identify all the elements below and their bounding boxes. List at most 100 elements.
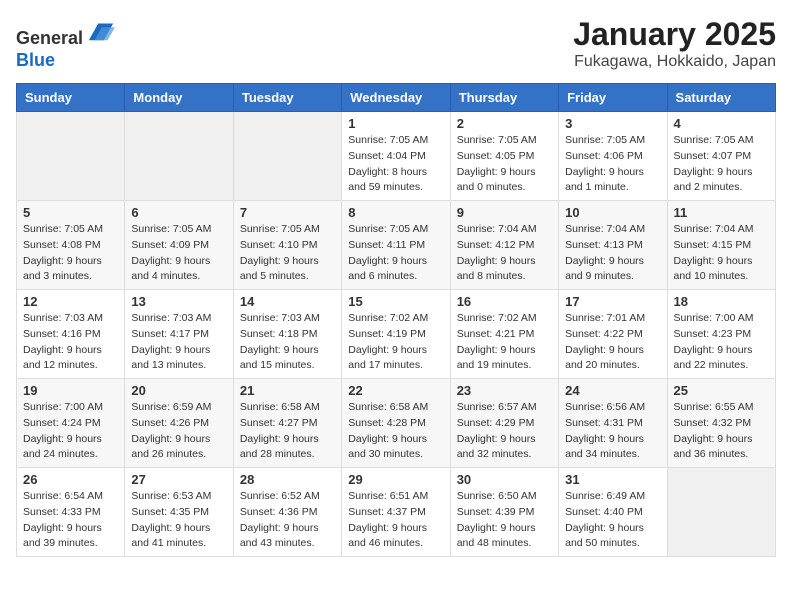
day-info: Sunrise: 7:03 AMSunset: 4:16 PMDaylight:… — [23, 311, 118, 374]
weekday-header-saturday: Saturday — [667, 84, 775, 112]
day-number: 13 — [131, 294, 226, 309]
day-number: 17 — [565, 294, 660, 309]
day-info: Sunrise: 7:03 AMSunset: 4:17 PMDaylight:… — [131, 311, 226, 374]
calendar-cell: 25 Sunrise: 6:55 AMSunset: 4:32 PMDayligh… — [667, 379, 775, 468]
calendar-cell: 6Sunrise: 7:05 AMSunset: 4:09 PMDaylight… — [125, 201, 233, 290]
calendar-cell: 24 Sunrise: 6:56 AMSunset: 4:31 PMDayligh… — [559, 379, 667, 468]
day-number: 12 — [23, 294, 118, 309]
calendar-cell: 5 Sunrise: 7:05 AMSunset: 4:08 PMDaylight… — [17, 201, 125, 290]
calendar-week-row: 12 Sunrise: 7:03 AMSunset: 4:16 PMDayligh… — [17, 290, 776, 379]
calendar-week-row: 5 Sunrise: 7:05 AMSunset: 4:08 PMDaylight… — [17, 201, 776, 290]
calendar-cell: 27 Sunrise: 6:53 AMSunset: 4:35 PMDayligh… — [125, 468, 233, 557]
calendar-cell: 30 Sunrise: 6:50 AMSunset: 4:39 PMDayligh… — [450, 468, 558, 557]
calendar-table: SundayMondayTuesdayWednesdayThursdayFrid… — [16, 83, 776, 557]
day-info: Sunrise: 6:59 AMSunset: 4:26 PMDaylight:… — [131, 400, 226, 463]
day-number: 14 — [240, 294, 335, 309]
calendar-cell: 9Sunrise: 7:04 AMSunset: 4:12 PMDaylight… — [450, 201, 558, 290]
calendar-cell: 16Sunrise: 7:02 AMSunset: 4:21 PMDayligh… — [450, 290, 558, 379]
day-info: Sunrise: 6:49 AMSunset: 4:40 PMDaylight:… — [565, 489, 660, 552]
day-number: 20 — [131, 383, 226, 398]
weekday-header-row: SundayMondayTuesdayWednesdayThursdayFrid… — [17, 84, 776, 112]
calendar-cell: 22 Sunrise: 6:58 AMSunset: 4:28 PMDayligh… — [342, 379, 450, 468]
day-number: 22 — [348, 383, 443, 398]
title-block: January 2025 Fukagawa, Hokkaido, Japan — [573, 16, 776, 71]
day-info: Sunrise: 7:01 AMSunset: 4:22 PMDaylight:… — [565, 311, 660, 374]
day-info: Sunrise: 6:55 AMSunset: 4:32 PMDaylight:… — [674, 400, 769, 463]
day-number: 23 — [457, 383, 552, 398]
day-number: 26 — [23, 472, 118, 487]
calendar-cell: 10 Sunrise: 7:04 AMSunset: 4:13 PMDayligh… — [559, 201, 667, 290]
day-number: 4 — [674, 116, 769, 131]
calendar-cell: 28Sunrise: 6:52 AMSunset: 4:36 PMDayligh… — [233, 468, 341, 557]
day-info: Sunrise: 7:00 AMSunset: 4:24 PMDaylight:… — [23, 400, 118, 463]
month-title: January 2025 — [573, 16, 776, 53]
calendar-cell — [125, 112, 233, 201]
logo: General Blue — [16, 16, 115, 71]
day-number: 15 — [348, 294, 443, 309]
day-info: Sunrise: 6:53 AMSunset: 4:35 PMDaylight:… — [131, 489, 226, 552]
day-info: Sunrise: 6:58 AMSunset: 4:28 PMDaylight:… — [348, 400, 443, 463]
day-info: Sunrise: 7:05 AMSunset: 4:11 PMDaylight:… — [348, 222, 443, 285]
day-info: Sunrise: 6:51 AMSunset: 4:37 PMDaylight:… — [348, 489, 443, 552]
calendar-week-row: 26Sunrise: 6:54 AMSunset: 4:33 PMDayligh… — [17, 468, 776, 557]
day-number: 19 — [23, 383, 118, 398]
day-number: 27 — [131, 472, 226, 487]
day-number: 8 — [348, 205, 443, 220]
calendar-cell: 20 Sunrise: 6:59 AMSunset: 4:26 PMDayligh… — [125, 379, 233, 468]
day-number: 2 — [457, 116, 552, 131]
day-info: Sunrise: 7:05 AMSunset: 4:10 PMDaylight:… — [240, 222, 335, 285]
location-title: Fukagawa, Hokkaido, Japan — [573, 53, 776, 71]
calendar-cell: 14 Sunrise: 7:03 AMSunset: 4:18 PMDayligh… — [233, 290, 341, 379]
day-number: 10 — [565, 205, 660, 220]
day-info: Sunrise: 7:04 AMSunset: 4:13 PMDaylight:… — [565, 222, 660, 285]
calendar-cell: 15 Sunrise: 7:02 AMSunset: 4:19 PMDayligh… — [342, 290, 450, 379]
calendar-cell: 2 Sunrise: 7:05 AMSunset: 4:05 PMDaylight… — [450, 112, 558, 201]
day-info: Sunrise: 7:05 AMSunset: 4:09 PMDaylight:… — [131, 222, 226, 285]
calendar-cell: 19 Sunrise: 7:00 AMSunset: 4:24 PMDayligh… — [17, 379, 125, 468]
day-number: 9 — [457, 205, 552, 220]
calendar-cell: 29 Sunrise: 6:51 AMSunset: 4:37 PMDayligh… — [342, 468, 450, 557]
day-number: 24 — [565, 383, 660, 398]
day-info: Sunrise: 7:05 AMSunset: 4:04 PMDaylight:… — [348, 133, 443, 196]
logo-blue-text: Blue — [16, 50, 55, 70]
calendar-week-row: 19 Sunrise: 7:00 AMSunset: 4:24 PMDayligh… — [17, 379, 776, 468]
day-info: Sunrise: 7:05 AMSunset: 4:06 PMDaylight:… — [565, 133, 660, 196]
day-number: 28 — [240, 472, 335, 487]
day-number: 29 — [348, 472, 443, 487]
day-info: Sunrise: 7:05 AMSunset: 4:08 PMDaylight:… — [23, 222, 118, 285]
day-info: Sunrise: 7:05 AMSunset: 4:05 PMDaylight:… — [457, 133, 552, 196]
calendar-cell: 13 Sunrise: 7:03 AMSunset: 4:17 PMDayligh… — [125, 290, 233, 379]
day-info: Sunrise: 7:03 AMSunset: 4:18 PMDaylight:… — [240, 311, 335, 374]
calendar-cell: 18 Sunrise: 7:00 AMSunset: 4:23 PMDayligh… — [667, 290, 775, 379]
calendar-cell: 12 Sunrise: 7:03 AMSunset: 4:16 PMDayligh… — [17, 290, 125, 379]
calendar-cell: 8 Sunrise: 7:05 AMSunset: 4:11 PMDaylight… — [342, 201, 450, 290]
calendar-cell: 4 Sunrise: 7:05 AMSunset: 4:07 PMDaylight… — [667, 112, 775, 201]
day-number: 30 — [457, 472, 552, 487]
calendar-cell — [233, 112, 341, 201]
day-info: Sunrise: 6:56 AMSunset: 4:31 PMDaylight:… — [565, 400, 660, 463]
day-number: 1 — [348, 116, 443, 131]
calendar-cell: 21Sunrise: 6:58 AMSunset: 4:27 PMDayligh… — [233, 379, 341, 468]
day-info: Sunrise: 7:05 AMSunset: 4:07 PMDaylight:… — [674, 133, 769, 196]
day-number: 11 — [674, 205, 769, 220]
day-number: 7 — [240, 205, 335, 220]
day-info: Sunrise: 7:04 AMSunset: 4:15 PMDaylight:… — [674, 222, 769, 285]
calendar-week-row: 1 Sunrise: 7:05 AMSunset: 4:04 PMDaylight… — [17, 112, 776, 201]
logo-icon — [87, 16, 115, 44]
day-number: 18 — [674, 294, 769, 309]
calendar-cell — [17, 112, 125, 201]
day-info: Sunrise: 7:00 AMSunset: 4:23 PMDaylight:… — [674, 311, 769, 374]
day-number: 5 — [23, 205, 118, 220]
day-number: 3 — [565, 116, 660, 131]
day-info: Sunrise: 7:02 AMSunset: 4:19 PMDaylight:… — [348, 311, 443, 374]
day-number: 25 — [674, 383, 769, 398]
weekday-header-monday: Monday — [125, 84, 233, 112]
weekday-header-sunday: Sunday — [17, 84, 125, 112]
weekday-header-wednesday: Wednesday — [342, 84, 450, 112]
calendar-cell: 31Sunrise: 6:49 AMSunset: 4:40 PMDayligh… — [559, 468, 667, 557]
calendar-cell — [667, 468, 775, 557]
calendar-cell: 26Sunrise: 6:54 AMSunset: 4:33 PMDayligh… — [17, 468, 125, 557]
calendar-cell: 11 Sunrise: 7:04 AMSunset: 4:15 PMDayligh… — [667, 201, 775, 290]
day-info: Sunrise: 6:50 AMSunset: 4:39 PMDaylight:… — [457, 489, 552, 552]
weekday-header-tuesday: Tuesday — [233, 84, 341, 112]
